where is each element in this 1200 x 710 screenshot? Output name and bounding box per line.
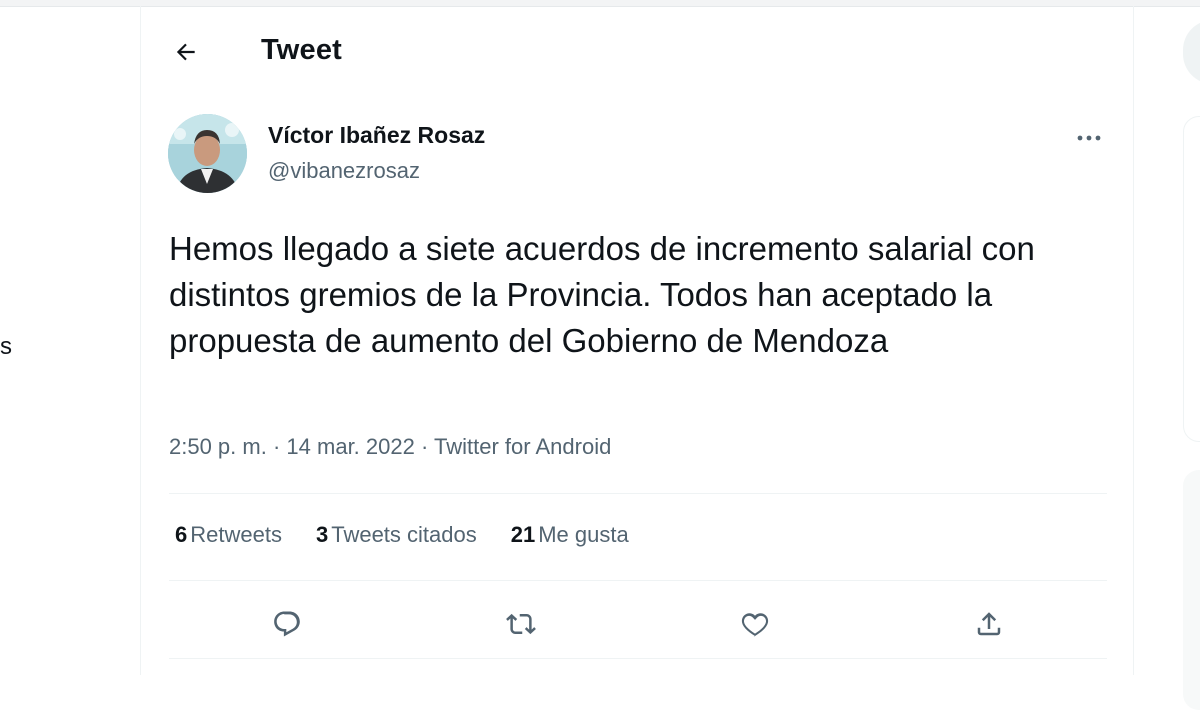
divider xyxy=(169,493,1107,494)
tweet-time[interactable]: 2:50 p. m. xyxy=(169,434,267,459)
like-icon xyxy=(741,613,769,637)
author-handle[interactable]: @vibanezrosaz xyxy=(268,158,420,184)
author-avatar[interactable] xyxy=(168,114,247,193)
tweet-text: Hemos llegado a siete acuerdos de increm… xyxy=(169,230,1035,359)
reply-icon xyxy=(274,611,300,637)
meta-separator: · xyxy=(420,434,435,459)
retweets-count: 6 xyxy=(175,522,188,547)
retweet-icon xyxy=(506,613,536,635)
retweet-button[interactable] xyxy=(499,602,543,646)
retweets-stat[interactable]: 6 Retweets xyxy=(175,522,282,548)
likes-label: Me gusta xyxy=(538,522,629,547)
more-options-button[interactable] xyxy=(1071,120,1107,156)
ellipsis-icon xyxy=(1077,135,1101,141)
left-nav-text-fragment: s xyxy=(0,333,12,360)
sidebar-card xyxy=(1183,470,1200,710)
tweet-column: Tweet Víctor Ibañez Rosaz @vibanezrosaz … xyxy=(140,6,1134,675)
page-title: Tweet xyxy=(261,34,343,66)
reply-button[interactable] xyxy=(265,602,309,646)
retweets-label: Retweets xyxy=(190,522,282,547)
sidebar-card xyxy=(1183,116,1200,442)
profile-photo xyxy=(168,114,247,193)
search-box[interactable] xyxy=(1183,20,1200,84)
divider xyxy=(169,580,1107,581)
like-button[interactable] xyxy=(733,602,777,646)
share-button[interactable] xyxy=(967,602,1011,646)
share-icon xyxy=(977,612,1001,636)
likes-stat[interactable]: 21 Me gusta xyxy=(511,522,629,548)
tweet-metadata: 2:50 p. m. · 14 mar. 2022 · Twitter for … xyxy=(169,434,611,460)
meta-separator: · xyxy=(272,434,287,459)
back-button[interactable] xyxy=(170,36,202,68)
tweet-actions xyxy=(169,602,1107,652)
likes-count: 21 xyxy=(510,522,536,547)
tweet-stats: 6 Retweets 3 Tweets citados 21 Me gusta xyxy=(175,522,629,548)
divider xyxy=(169,658,1107,659)
tweet-source[interactable]: Twitter for Android xyxy=(434,434,611,459)
arrow-left-icon xyxy=(176,43,195,61)
quote-tweets-count: 3 xyxy=(315,522,329,547)
quote-tweets-label: Tweets citados xyxy=(331,522,477,547)
quote-tweets-stat[interactable]: 3 Tweets citados xyxy=(316,522,477,548)
tweet-date[interactable]: 14 mar. 2022 xyxy=(286,434,414,459)
author-name[interactable]: Víctor Ibañez Rosaz xyxy=(268,122,485,149)
